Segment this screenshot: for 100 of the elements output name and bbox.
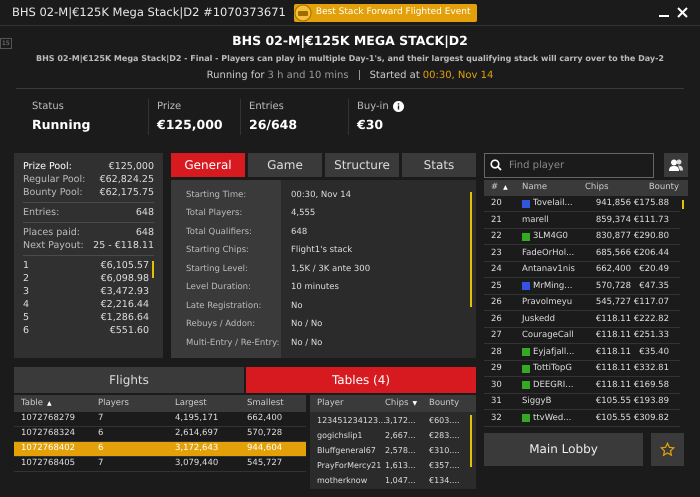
- player-row[interactable]: 32 ttvWed... €105.55 €309.82: [484, 410, 680, 427]
- info-icon[interactable]: [392, 100, 404, 112]
- player-chips: €105.55: [585, 395, 631, 408]
- player-chips: 859,374: [585, 214, 631, 226]
- scrollbar[interactable]: [152, 260, 154, 278]
- info-value: No / No: [291, 318, 324, 332]
- tournament-title: BHS 02-M|€125K MEGA STACK|D2: [232, 32, 468, 50]
- payout-amount: €551.60: [110, 324, 149, 337]
- scrollbar[interactable]: [470, 192, 472, 307]
- info-tab[interactable]: Structure: [325, 152, 399, 177]
- running-label: Running for: [206, 68, 265, 83]
- stat-label: Entries: [249, 100, 284, 114]
- table-row[interactable]: 1072768279 7 4,195,171 662,400: [14, 412, 306, 427]
- player-name: CourageCall: [522, 329, 574, 342]
- stat-label: Status: [32, 100, 64, 114]
- player-row[interactable]: 26 Pravolmeyu 545,727 €117.07: [484, 294, 680, 312]
- player-bounty: €175.88: [632, 197, 669, 210]
- player-name: DEEGRI...: [533, 378, 574, 392]
- stat-value: Running: [32, 116, 92, 134]
- search-icon: [490, 158, 502, 171]
- friends-button[interactable]: [664, 152, 688, 177]
- column-header[interactable]: Bounty: [648, 181, 679, 194]
- player-row[interactable]: 31 SiggyB €105.55 €193.89: [484, 394, 680, 410]
- column-header[interactable]: Smallest: [247, 396, 284, 410]
- main-lobby-button[interactable]: Main Lobby: [484, 432, 643, 466]
- info-value: 10 minutes: [291, 281, 340, 294]
- scrollbar[interactable]: [470, 414, 472, 467]
- player-bounty: €193.89: [632, 395, 669, 408]
- player-row[interactable]: 23 FadeOrHol... 685,566 €206.44: [484, 245, 680, 262]
- prize-label: Regular Pool:: [23, 172, 86, 186]
- player-name: Pravolmeyu: [522, 296, 572, 309]
- player-name: Eyjafjall...: [533, 346, 574, 358]
- player-chips: 830,877: [585, 230, 631, 243]
- player-row[interactable]: 21 marell 859,374 €111.73: [484, 212, 680, 229]
- player-row[interactable]: 20 Tovelail... 941,856 €175.88: [484, 196, 680, 212]
- info-value: 00:30, Nov 14: [291, 188, 352, 202]
- stat-label: Buy-in: [357, 100, 389, 114]
- player-bounty: €169.58: [632, 378, 669, 392]
- info-label: Starting Level:: [186, 262, 249, 276]
- payout-amount: €2,216.44: [100, 298, 149, 311]
- table-cell-text: PrayForMercy21: [317, 460, 382, 472]
- prize-value: 648: [136, 206, 154, 219]
- player-bounty: €290.80: [632, 230, 669, 243]
- column-header[interactable]: Chips: [385, 396, 409, 410]
- payout-amount: €1,286.64: [100, 310, 149, 324]
- player-chips: €118.11: [585, 346, 631, 358]
- section-tab[interactable]: Tables (4): [246, 366, 476, 393]
- player-row[interactable]: 24 Antanav1nis 662,400 €20.49: [484, 262, 680, 278]
- player-row[interactable]: 28 Eyjafjall... €118.11 €35.40: [484, 344, 680, 361]
- table-cell-text: 2,578...: [385, 445, 417, 458]
- favorite-button[interactable]: [651, 432, 684, 466]
- table-row[interactable]: 1072768405 7 3,079,440 545,727: [14, 456, 306, 472]
- player-row[interactable]: 27 CourageCall €118.11 €251.33: [484, 328, 680, 344]
- player-chips: €118.11: [585, 362, 631, 375]
- info-value: 1,5K / 3K ante 300: [291, 262, 372, 276]
- table-cell-text: €134....: [429, 475, 461, 488]
- stat-value: €30: [357, 116, 384, 134]
- table-cell-text: 3,172...: [385, 415, 417, 428]
- prize-value: 648: [136, 226, 154, 239]
- player-row[interactable]: 29 TottiTopG €118.11 €332.81: [484, 360, 680, 378]
- search-field[interactable]: Find player: [484, 152, 654, 178]
- info-value: No / No: [291, 336, 324, 350]
- table-cell-text: motherknow: [317, 475, 368, 488]
- payout-amount: €6,098.98: [100, 272, 149, 285]
- player-name: FadeOrHol...: [522, 246, 574, 260]
- close-icon[interactable]: [677, 7, 688, 18]
- column-header[interactable]: Player: [317, 396, 344, 410]
- payout-amount: €6,105.57: [100, 258, 149, 272]
- player-chips: 545,727: [585, 296, 631, 309]
- info-label: Multi-Entry / Re-Entry:: [186, 336, 280, 350]
- player-name: MrMing...: [533, 280, 572, 292]
- scrollbar[interactable]: [682, 200, 684, 209]
- section-tab[interactable]: Flights: [14, 366, 244, 393]
- info-tab[interactable]: General: [171, 152, 245, 177]
- player-bounty: €206.44: [632, 246, 669, 260]
- column-header[interactable]: Chips: [585, 181, 609, 194]
- player-row[interactable]: 30 DEEGRI... €118.11 €169.58: [484, 377, 680, 394]
- column-header[interactable]: Table: [21, 396, 43, 410]
- payout-place: 4: [23, 298, 30, 311]
- column-header[interactable]: Players: [98, 396, 129, 410]
- prize-value: €125,000: [108, 160, 154, 173]
- prize-label: Places paid:: [23, 226, 80, 239]
- column-header[interactable]: Name: [522, 181, 548, 194]
- column-header[interactable]: Largest: [175, 396, 207, 410]
- star-icon: [660, 442, 675, 457]
- stat-value: €125,000: [157, 116, 224, 134]
- info-tab[interactable]: Stats: [402, 152, 476, 177]
- player-row[interactable]: 26 Juskedd €118.11 €222.82: [484, 311, 680, 328]
- column-header[interactable]: #: [491, 181, 498, 194]
- info-tab[interactable]: Game: [248, 152, 322, 177]
- table-cell-text: €603....: [429, 415, 461, 428]
- player-chips: €118.11: [585, 378, 631, 392]
- player-row[interactable]: 25 MrMing... 570,728 €47.35: [484, 278, 680, 295]
- info-value: No: [291, 300, 304, 313]
- player-row[interactable]: 22 3LM4G0 830,877 €290.80: [484, 228, 680, 246]
- player-bounty: €117.07: [632, 296, 669, 309]
- prize-value: €62,175.75: [100, 186, 154, 199]
- column-header[interactable]: Bounty: [429, 396, 460, 410]
- payout-place: 6: [23, 324, 30, 337]
- running-time: 3 h and 10 mins: [268, 68, 349, 83]
